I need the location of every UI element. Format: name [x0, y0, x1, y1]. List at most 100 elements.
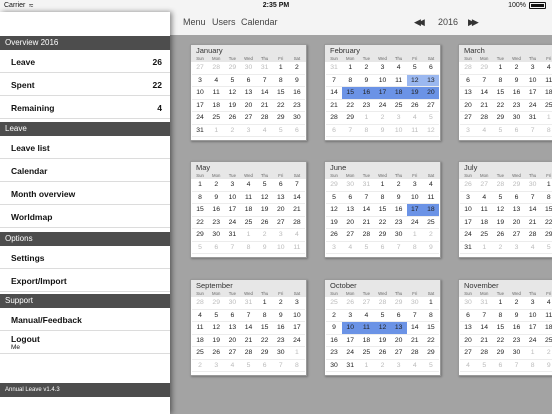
day-cell[interactable]: 9: [390, 192, 407, 204]
day-cell[interactable]: 14: [406, 322, 423, 335]
day-cell[interactable]: 12: [406, 74, 423, 87]
day-cell[interactable]: 8: [358, 125, 375, 137]
day-cell[interactable]: 25: [358, 347, 375, 360]
day-cell[interactable]: 9: [508, 75, 525, 87]
day-cell[interactable]: 15: [256, 322, 273, 335]
day-cell[interactable]: 3: [342, 310, 359, 322]
day-cell[interactable]: 3: [524, 62, 541, 75]
day-cell[interactable]: 7: [326, 75, 343, 87]
day-cell[interactable]: 18: [540, 322, 552, 335]
day-cell[interactable]: 27: [390, 347, 407, 360]
day-cell[interactable]: 10: [406, 192, 423, 204]
day-cell[interactable]: 1: [540, 179, 552, 192]
day-cell[interactable]: 24: [288, 335, 305, 347]
day-cell[interactable]: 11: [540, 75, 552, 87]
day-cell[interactable]: 8: [374, 192, 391, 204]
day-cell[interactable]: 10: [524, 75, 541, 87]
day-cell[interactable]: 3: [240, 125, 257, 137]
day-cell[interactable]: 28: [256, 112, 273, 125]
day-cell[interactable]: 13: [460, 322, 477, 335]
day-cell[interactable]: 21: [288, 204, 305, 217]
day-cell[interactable]: 28: [460, 62, 477, 75]
day-cell[interactable]: 12: [256, 192, 273, 204]
day-cell[interactable]: 24: [406, 217, 423, 229]
day-cell[interactable]: 7: [240, 310, 257, 322]
day-cell[interactable]: 29: [342, 112, 359, 125]
day-cell[interactable]: 9: [326, 322, 343, 335]
day-cell[interactable]: 27: [422, 100, 439, 112]
day-cell[interactable]: 27: [460, 347, 477, 360]
day-cell[interactable]: 14: [358, 204, 375, 217]
day-cell[interactable]: 12: [208, 322, 225, 335]
day-cell[interactable]: 2: [390, 179, 407, 192]
day-cell[interactable]: 7: [256, 75, 273, 87]
day-cell[interactable]: 4: [524, 242, 541, 254]
day-cell[interactable]: 29: [476, 62, 493, 75]
day-cell[interactable]: 11: [476, 204, 493, 217]
day-cell[interactable]: 13: [422, 74, 439, 87]
day-cell[interactable]: 5: [406, 62, 423, 75]
day-cell[interactable]: 15: [342, 87, 359, 100]
day-cell[interactable]: 24: [524, 335, 541, 347]
day-cell[interactable]: 26: [342, 297, 359, 310]
day-cell[interactable]: 4: [540, 297, 552, 310]
day-cell[interactable]: 1: [342, 62, 359, 75]
day-cell[interactable]: 26: [224, 112, 241, 125]
day-cell[interactable]: 20: [342, 217, 359, 229]
day-cell[interactable]: 3: [288, 297, 305, 310]
day-cell[interactable]: 8: [540, 192, 552, 204]
day-cell[interactable]: 3: [326, 242, 343, 254]
day-cell[interactable]: 25: [390, 100, 407, 112]
day-cell[interactable]: 25: [192, 347, 209, 360]
day-cell[interactable]: 6: [272, 179, 289, 192]
day-cell[interactable]: 15: [272, 87, 289, 100]
day-cell[interactable]: 31: [326, 62, 343, 75]
previous-year-icon[interactable]: ◀◀: [414, 17, 425, 28]
day-cell[interactable]: 10: [192, 87, 209, 100]
day-cell[interactable]: 28: [358, 229, 375, 242]
day-cell[interactable]: 10: [288, 310, 305, 322]
day-cell[interactable]: 19: [326, 217, 343, 229]
day-cell[interactable]: 21: [476, 100, 493, 112]
day-cell[interactable]: 16: [326, 335, 343, 347]
day-cell[interactable]: 24: [192, 112, 209, 125]
day-cell[interactable]: 1: [272, 62, 289, 75]
day-cell[interactable]: 27: [358, 297, 375, 310]
day-cell[interactable]: 20: [272, 204, 289, 217]
day-cell[interactable]: 6: [374, 242, 391, 254]
day-cell[interactable]: 21: [476, 335, 493, 347]
day-cell[interactable]: 6: [288, 125, 305, 137]
day-cell[interactable]: 5: [326, 192, 343, 204]
sidebar-item-export-import[interactable]: Export/Import: [0, 269, 170, 292]
day-cell[interactable]: 1: [492, 62, 509, 75]
day-cell[interactable]: 30: [326, 360, 343, 372]
day-cell[interactable]: 20: [460, 100, 477, 112]
day-cell[interactable]: 9: [374, 125, 391, 137]
day-cell[interactable]: 18: [540, 87, 552, 100]
day-cell[interactable]: 12: [492, 204, 509, 217]
day-cell[interactable]: 7: [288, 179, 305, 192]
month-card[interactable]: JulySunMonTueWedThuFriSat262728293012345…: [458, 161, 552, 258]
day-cell[interactable]: 31: [524, 112, 541, 125]
day-cell[interactable]: 15: [192, 204, 209, 217]
day-cell[interactable]: 3: [460, 192, 477, 204]
day-cell[interactable]: 6: [326, 125, 343, 137]
day-cell[interactable]: 22: [492, 100, 509, 112]
day-cell[interactable]: 17: [342, 335, 359, 347]
day-cell[interactable]: 16: [508, 87, 525, 100]
day-cell[interactable]: 26: [256, 217, 273, 229]
day-cell[interactable]: 17: [288, 322, 305, 335]
day-cell[interactable]: 11: [208, 87, 225, 100]
day-cell[interactable]: 25: [540, 100, 552, 112]
day-cell[interactable]: 1: [192, 179, 209, 192]
day-cell[interactable]: 27: [460, 112, 477, 125]
day-cell[interactable]: 2: [192, 360, 209, 372]
day-cell[interactable]: 28: [208, 62, 225, 75]
day-cell[interactable]: 18: [208, 100, 225, 112]
day-cell[interactable]: 28: [240, 347, 257, 360]
day-cell[interactable]: 5: [224, 75, 241, 87]
day-cell[interactable]: 10: [374, 75, 391, 87]
day-cell[interactable]: 30: [288, 112, 305, 125]
day-cell[interactable]: 13: [390, 322, 407, 335]
day-cell[interactable]: 25: [476, 229, 493, 242]
